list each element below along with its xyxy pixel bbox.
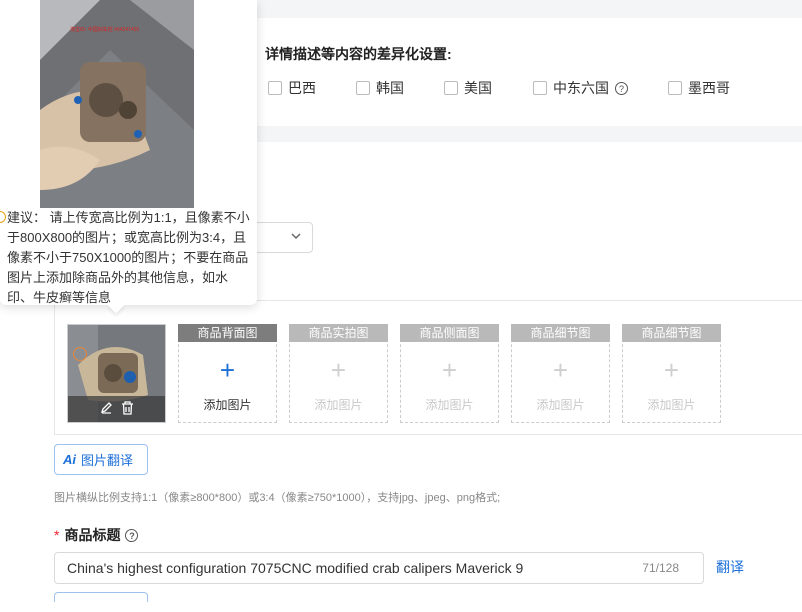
product-title-text: 商品标题 <box>64 527 121 543</box>
product-title-value: China's highest configuration 7075CNC mo… <box>67 560 524 576</box>
checkbox[interactable] <box>533 81 547 95</box>
country-checkbox-brazil[interactable]: 巴西 <box>268 78 316 98</box>
country-label: 美国 <box>464 80 492 96</box>
slot-header: 商品实拍图 <box>289 324 388 342</box>
status-ring-icon <box>73 347 87 361</box>
image-translate-label: 图片翻译 <box>81 453 134 468</box>
add-image-label: 添加图片 <box>314 398 363 412</box>
photo-watermark: 淘宝ID: 中国刹车控 #64247426 <box>70 27 140 33</box>
slot-header: 商品背面图 <box>178 324 277 342</box>
slot-header: 商品细节图 <box>622 324 721 342</box>
slot-header: 商品细节图 <box>511 324 610 342</box>
country-checkbox-korea[interactable]: 韩国 <box>356 78 404 98</box>
image-slot-detail-1[interactable]: 商品细节图 + 添加图片 <box>511 324 610 423</box>
plus-icon: + <box>663 355 680 385</box>
add-image-label: 添加图片 <box>647 398 696 412</box>
image-translate-button[interactable]: Ai 图片翻译 <box>54 444 148 475</box>
diff-settings-title: 详情描述等内容的差异化设置: <box>265 46 452 62</box>
image-slot-real-shot[interactable]: 商品实拍图 + 添加图片 <box>289 324 388 423</box>
add-image-label: 添加图片 <box>425 398 474 412</box>
country-label: 韩国 <box>376 80 404 96</box>
checkbox[interactable] <box>268 81 282 95</box>
plus-icon: + <box>330 355 347 385</box>
thumbnail-actions <box>68 396 165 422</box>
ai-icon: Ai <box>63 452 76 467</box>
popover-preview-image: 淘宝ID: 中国刹车控 #64247426 <box>40 0 194 208</box>
product-title-label: * 商品标题 ? <box>54 525 139 545</box>
country-checkbox-middle-east[interactable]: 中东六国 ? <box>533 78 628 98</box>
main-image-thumbnail[interactable] <box>67 324 166 423</box>
partial-button[interactable] <box>54 592 148 602</box>
upload-suggestion-text: 建议： 请上传宽高比例为1:1，且像素不小于800X800的图片；或宽高比例为3… <box>7 210 250 305</box>
image-slot-back[interactable]: 商品背面图 + 添加图片 <box>178 324 277 423</box>
product-title-input[interactable]: China's highest configuration 7075CNC mo… <box>54 552 704 584</box>
country-checkbox-usa[interactable]: 美国 <box>444 78 492 98</box>
required-marker: * <box>54 527 60 543</box>
country-label: 中东六国 <box>553 80 609 96</box>
plus-icon: + <box>219 355 236 385</box>
country-checkbox-mexico[interactable]: 墨西哥 <box>668 78 730 98</box>
plus-icon: + <box>441 355 458 385</box>
char-counter: 71/128 <box>642 561 679 575</box>
info-icon <box>0 211 6 223</box>
image-format-hint: 图片横纵比例支持1:1（像素≥800*800）或3:4（像素≥750*1000）… <box>54 492 501 504</box>
help-icon[interactable]: ? <box>125 528 139 542</box>
checkbox[interactable] <box>356 81 370 95</box>
country-label: 巴西 <box>288 80 316 96</box>
delete-icon[interactable] <box>121 400 134 418</box>
image-slot-side[interactable]: 商品侧面图 + 添加图片 <box>400 324 499 423</box>
add-image-label: 添加图片 <box>536 398 585 412</box>
add-image-label: 添加图片 <box>203 398 252 412</box>
image-preview-popover: 淘宝ID: 中国刹车控 #64247426 建议： 请上传宽高比例为1:1，且像… <box>0 0 257 314</box>
chevron-down-icon <box>290 230 302 245</box>
edit-icon[interactable] <box>100 401 113 417</box>
checkbox[interactable] <box>444 81 458 95</box>
checkbox[interactable] <box>668 81 682 95</box>
image-slot-detail-2[interactable]: 商品细节图 + 添加图片 <box>622 324 721 423</box>
help-icon[interactable]: ? <box>615 81 628 95</box>
slot-header: 商品侧面图 <box>400 324 499 342</box>
country-label: 墨西哥 <box>688 80 730 96</box>
plus-icon: + <box>552 355 569 385</box>
translate-link[interactable]: 翻译 <box>716 557 744 577</box>
